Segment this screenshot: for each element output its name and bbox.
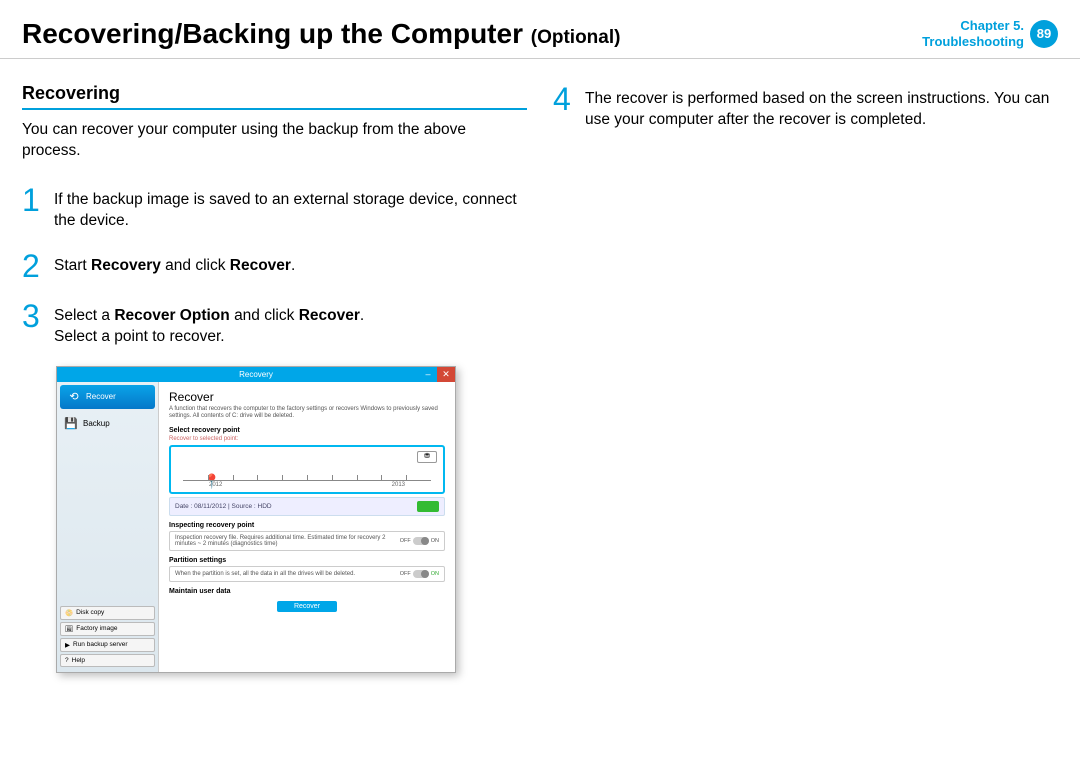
sidebar-item-backup[interactable]: 💾Backup <box>57 412 158 436</box>
step-number: 4 <box>553 83 575 131</box>
minimize-icon[interactable]: – <box>419 367 437 382</box>
page-title: Recovering/Backing up the Computer (Opti… <box>22 18 620 50</box>
step-4: 4 The recover is performed based on the … <box>553 83 1058 131</box>
toggle-partition[interactable]: OFFON <box>400 570 439 578</box>
sidebar-disk-copy[interactable]: 📀 Disk copy <box>60 606 155 620</box>
sidebar-factory-image[interactable]: 🖼 Factory image <box>60 622 155 636</box>
recover-button[interactable]: Recover <box>277 601 337 612</box>
toggle-inspect[interactable]: OFFON <box>400 537 439 545</box>
info-bar: Date : 08/11/2012 | Source : HDD <box>169 497 445 516</box>
sidebar-run-backup[interactable]: ▶ Run backup server <box>60 638 155 652</box>
step-number: 3 <box>22 300 44 348</box>
sidebar-help[interactable]: ? Help <box>60 654 155 667</box>
step-number: 2 <box>22 250 44 282</box>
page-number: 89 <box>1030 20 1058 48</box>
window-titlebar: Recovery –✕ <box>57 367 455 382</box>
panel-description: A function that recovers the computer to… <box>169 406 445 422</box>
confirm-icon[interactable] <box>417 501 439 512</box>
chapter-info: Chapter 5.Troubleshooting 89 <box>922 18 1058 49</box>
disk-icon[interactable]: ⛃ <box>417 451 437 463</box>
step-3: 3 Select a Recover Option and click Reco… <box>22 300 527 348</box>
inspect-panel: Inspection recovery file. Requires addit… <box>169 531 445 551</box>
partition-panel: When the partition is set, all the data … <box>169 566 445 582</box>
backup-icon: 💾 <box>64 417 78 431</box>
sidebar-item-recover[interactable]: ⟲Recover <box>60 385 155 409</box>
step-2: 2 Start Recovery and click Recover. <box>22 250 527 282</box>
step-1: 1 If the backup image is saved to an ext… <box>22 184 527 232</box>
recover-icon: ⟲ <box>67 390 81 404</box>
sidebar: ⟲Recover 💾Backup 📀 Disk copy 🖼 Factory i… <box>57 382 159 672</box>
close-icon[interactable]: ✕ <box>437 367 455 382</box>
panel-heading: Recover <box>169 390 445 404</box>
section-heading: Recovering <box>22 83 527 110</box>
app-screenshot: Recovery –✕ ⟲Recover 💾Backup 📀 Disk copy… <box>56 366 456 673</box>
intro-text: You can recover your computer using the … <box>22 120 527 162</box>
label-select-point: Select recovery point <box>169 427 445 434</box>
step-number: 1 <box>22 184 44 232</box>
timeline-box[interactable]: ⛃ 📍 20122013 <box>169 445 445 494</box>
